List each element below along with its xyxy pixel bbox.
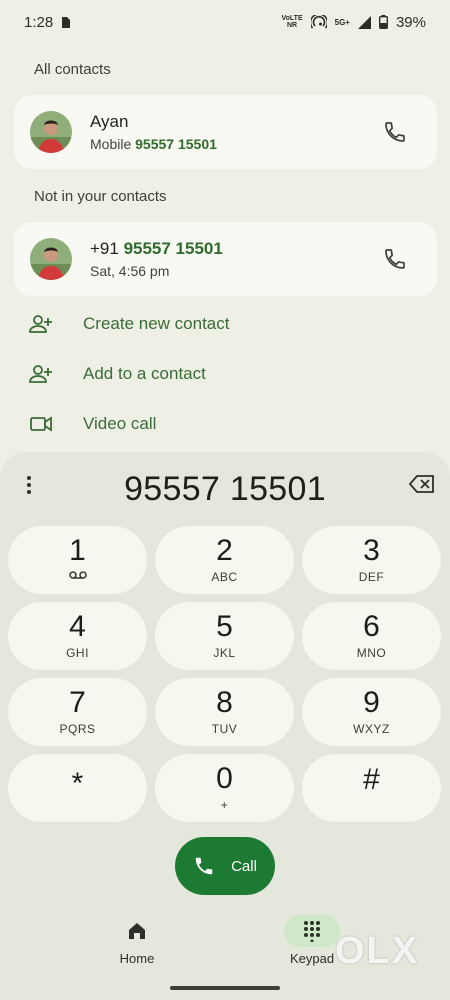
avatar <box>30 238 72 280</box>
contact-card-ayan[interactable]: Ayan Mobile 95557 15501 <box>14 95 437 169</box>
battery-percent: 39% <box>395 13 426 31</box>
hotspot-icon <box>310 15 327 29</box>
network-type: 5G+ <box>334 17 350 27</box>
voicemail-icon <box>68 571 87 579</box>
call-label: Call <box>231 857 257 875</box>
avatar <box>30 111 72 153</box>
phone-icon <box>195 857 213 875</box>
phone-icon[interactable] <box>383 120 407 144</box>
key-7[interactable]: 7 PQRS <box>8 678 147 746</box>
key-0[interactable]: 0 + <box>155 754 294 822</box>
key-5[interactable]: 5 JKL <box>155 602 294 670</box>
contact-mobile: Mobile 95557 15501 <box>90 136 217 152</box>
video-camera-icon <box>30 416 52 432</box>
key-hash[interactable]: # <box>302 754 441 822</box>
recent-caller-card[interactable]: +91 95557 15501 Sat, 4:56 pm <box>14 222 437 296</box>
nav-home[interactable]: Home <box>97 915 177 966</box>
contact-number: 95557 15501 <box>135 136 217 152</box>
create-new-contact-button[interactable]: Create new contact <box>28 307 229 341</box>
key-2[interactable]: 2 ABC <box>155 526 294 594</box>
backspace-icon[interactable] <box>408 472 436 496</box>
video-call-button[interactable]: Video call <box>28 407 156 441</box>
key-star[interactable]: * <box>8 754 147 822</box>
section-all-contacts: All contacts <box>34 61 111 78</box>
key-1[interactable]: 1 <box>8 526 147 594</box>
add-person-icon <box>29 315 52 333</box>
key-9[interactable]: 9 WXYZ <box>302 678 441 746</box>
contact-name: Ayan <box>90 112 129 131</box>
nav-home-label: Home <box>119 951 155 966</box>
dialpad-icon <box>304 921 320 942</box>
home-icon <box>129 923 145 939</box>
dialed-number[interactable]: 95557 15501 <box>0 470 450 509</box>
home-indicator[interactable] <box>170 986 280 990</box>
caller-number: +91 95557 15501 <box>90 239 223 258</box>
volte-badge: VoLTE NR <box>281 15 303 29</box>
action-label: Video call <box>83 414 157 433</box>
battery-icon <box>378 15 388 29</box>
key-3[interactable]: 3 DEF <box>302 526 441 594</box>
action-label: Create new contact <box>83 314 230 333</box>
action-label: Add to a contact <box>83 364 206 383</box>
section-not-in-contacts: Not in your contacts <box>34 188 167 205</box>
add-to-contact-button[interactable]: Add to a contact <box>28 357 206 391</box>
call-timestamp: Sat, 4:56 pm <box>90 263 170 279</box>
nav-keypad-label: Keypad <box>289 951 335 966</box>
add-person-icon <box>29 365 52 383</box>
sim-card-icon <box>62 16 71 28</box>
call-button[interactable]: Call <box>175 837 275 895</box>
status-bar: 1:28 VoLTE NR 5G+ 39% <box>0 0 450 44</box>
status-time: 1:28 <box>24 13 54 31</box>
key-4[interactable]: 4 GHI <box>8 602 147 670</box>
key-8[interactable]: 8 TUV <box>155 678 294 746</box>
key-6[interactable]: 6 MNO <box>302 602 441 670</box>
olx-watermark: OLX <box>335 930 420 972</box>
signal-icon <box>357 15 371 29</box>
phone-icon[interactable] <box>383 247 407 271</box>
